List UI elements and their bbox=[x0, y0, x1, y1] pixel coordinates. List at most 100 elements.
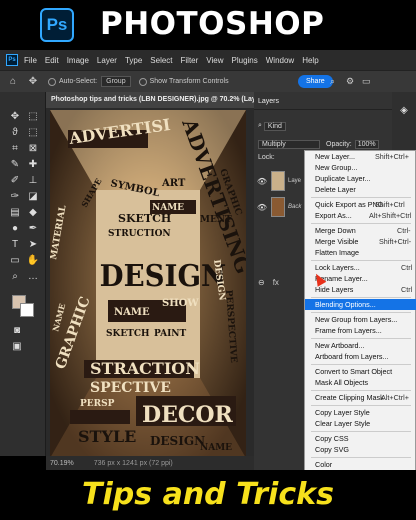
menu-quick-export[interactable]: Quick Export as PNG Shift+Ctrl bbox=[305, 199, 416, 210]
art-word: DESIGN bbox=[150, 434, 205, 448]
menu-image[interactable]: Image bbox=[67, 56, 89, 65]
menu-new-group[interactable]: New Group... bbox=[305, 162, 416, 173]
menu-plugins[interactable]: Plugins bbox=[232, 56, 258, 65]
transform-controls-checkbox[interactable] bbox=[138, 77, 147, 86]
menu-item-shortcut: Shift+Ctrl+ bbox=[375, 152, 409, 161]
object-select-icon[interactable]: ⬚ bbox=[26, 126, 40, 140]
menu-filter[interactable]: Filter bbox=[181, 56, 199, 65]
eyedropper-icon[interactable]: ✎ bbox=[8, 158, 22, 172]
quick-mask-icon[interactable]: ◙ bbox=[10, 324, 24, 338]
art-word: MATERIAL bbox=[50, 204, 69, 261]
zoom-icon[interactable]: ⌕ bbox=[8, 270, 22, 284]
menu-type[interactable]: Type bbox=[125, 56, 142, 65]
menu-item-shortcut: Ctrl bbox=[401, 285, 413, 294]
menu-flatten-image[interactable]: Flatten Image bbox=[305, 247, 416, 258]
more-tools-icon[interactable]: … bbox=[26, 270, 40, 284]
menu-copy-svg[interactable]: Copy SVG bbox=[305, 444, 416, 455]
dodge-icon[interactable]: ● bbox=[8, 222, 22, 236]
menu-color[interactable]: Color bbox=[305, 459, 416, 470]
menu-clear-layer-style[interactable]: Clear Layer Style bbox=[305, 418, 416, 429]
document-tab[interactable]: Photoshop tips and tricks (LBN DESIGNER)… bbox=[46, 92, 254, 108]
menu-hide-layers[interactable]: Hide Layers Ctrl bbox=[305, 284, 416, 295]
eye-icon[interactable]: 👁 bbox=[256, 177, 268, 186]
link-icon[interactable]: ⊖ bbox=[258, 278, 265, 287]
menu-separator bbox=[311, 338, 411, 339]
menu-copy-layer-style[interactable]: Copy Layer Style bbox=[305, 407, 416, 418]
auto-select-dropdown[interactable]: Group bbox=[101, 76, 131, 87]
layer-thumbnail bbox=[271, 171, 285, 191]
menu-lock-layers[interactable]: Lock Layers... Ctrl bbox=[305, 262, 416, 273]
menu-item-label: Flatten Image bbox=[315, 248, 359, 257]
menu-artboard-from-layers[interactable]: Artboard from Layers... bbox=[305, 351, 416, 362]
menu-layer[interactable]: Layer bbox=[97, 56, 117, 65]
document-info[interactable]: 736 px x 1241 px (72 ppi) bbox=[94, 460, 173, 467]
history-brush-icon[interactable]: ✑ bbox=[8, 190, 22, 204]
healing-icon[interactable]: ✚ bbox=[26, 158, 40, 172]
brush-icon[interactable]: ✐ bbox=[8, 174, 22, 188]
screen-mode-icon[interactable]: ▣ bbox=[10, 340, 24, 354]
move-tool-icon[interactable]: ✥ bbox=[26, 75, 40, 89]
gradient-icon[interactable]: ▤ bbox=[8, 206, 22, 220]
screen-mode-icon[interactable]: ▭ bbox=[362, 76, 371, 87]
art-word: NAME bbox=[114, 307, 150, 318]
move-icon[interactable]: ✥ bbox=[8, 110, 22, 124]
auto-select-label: Auto-Select: bbox=[59, 78, 98, 85]
zoom-level[interactable]: 70.19% bbox=[50, 460, 74, 467]
menu-convert-smart-object[interactable]: Convert to Smart Object bbox=[305, 366, 416, 377]
menu-merge-down[interactable]: Merge Down Ctrl- bbox=[305, 225, 416, 236]
search-icon[interactable]: ⌕ bbox=[330, 76, 335, 87]
crop-icon[interactable]: ⌗ bbox=[8, 142, 22, 156]
share-button[interactable]: Share bbox=[298, 75, 333, 88]
marquee-icon[interactable]: ⬚ bbox=[26, 110, 40, 124]
gear-icon[interactable]: ⚙ bbox=[346, 76, 354, 87]
frame-icon[interactable]: ⊠ bbox=[26, 142, 40, 156]
lock-label: Lock: bbox=[258, 154, 275, 161]
background-color-swatch[interactable] bbox=[20, 303, 34, 317]
menu-item-label: Quick Export as PNG bbox=[315, 200, 384, 209]
kind-filter-dropdown[interactable]: Kind bbox=[263, 121, 286, 131]
art-word: NAME bbox=[50, 302, 67, 332]
fx-icon[interactable]: fx bbox=[273, 278, 279, 287]
lasso-icon[interactable]: ϑ bbox=[8, 126, 22, 140]
opacity-input[interactable]: 100% bbox=[354, 139, 379, 149]
menu-copy-css[interactable]: Copy CSS bbox=[305, 433, 416, 444]
menu-separator bbox=[311, 312, 411, 313]
canvas-area[interactable]: ADVERTISI ADVERTISING SYMBOL ART NAME SK… bbox=[46, 108, 254, 458]
layer-name: Laye bbox=[288, 178, 302, 184]
path-select-icon[interactable]: ➤ bbox=[26, 238, 40, 252]
eye-icon[interactable]: 👁 bbox=[256, 203, 268, 212]
stamp-icon[interactable]: ⊥ bbox=[26, 174, 40, 188]
menu-new-group-from-layers[interactable]: New Group from Layers... bbox=[305, 314, 416, 325]
menu-blending-options[interactable]: Blending Options... bbox=[305, 299, 416, 310]
menu-select[interactable]: Select bbox=[150, 56, 172, 65]
layer-row[interactable]: 👁 Back bbox=[254, 194, 304, 220]
menu-export-as[interactable]: Export As... Alt+Shift+Ctrl bbox=[305, 210, 416, 221]
type-icon[interactable]: T bbox=[8, 238, 22, 252]
art-word: STYLE bbox=[78, 427, 136, 446]
menu-edit[interactable]: Edit bbox=[45, 56, 59, 65]
rectangle-icon[interactable]: ▭ bbox=[8, 254, 22, 268]
home-icon[interactable]: ⌂ bbox=[6, 75, 20, 89]
menu-merge-visible[interactable]: Merge Visible Shift+Ctrl- bbox=[305, 236, 416, 247]
hand-icon[interactable]: ✋ bbox=[26, 254, 40, 268]
menu-file[interactable]: File bbox=[24, 56, 37, 65]
blend-mode-dropdown[interactable]: Multiply bbox=[258, 139, 320, 149]
pen-icon[interactable]: ✒ bbox=[26, 222, 40, 236]
layers-panel-icon[interactable]: ◈ bbox=[397, 104, 411, 118]
menu-new-artboard[interactable]: New Artboard... bbox=[305, 340, 416, 351]
menu-item-shortcut: Shift+Ctrl- bbox=[379, 237, 412, 246]
blur-icon[interactable]: ◆ bbox=[26, 206, 40, 220]
menu-view[interactable]: View bbox=[206, 56, 223, 65]
menu-create-clipping-mask[interactable]: Create Clipping Mask Alt+Ctrl+ bbox=[305, 392, 416, 403]
menu-duplicate-layer[interactable]: Duplicate Layer... bbox=[305, 173, 416, 184]
menu-mask-all-objects[interactable]: Mask All Objects bbox=[305, 377, 416, 388]
layer-row[interactable]: 👁 Laye bbox=[254, 168, 304, 194]
eraser-icon[interactable]: ◪ bbox=[26, 190, 40, 204]
menu-frame-from-layers[interactable]: Frame from Layers... bbox=[305, 325, 416, 336]
menu-help[interactable]: Help bbox=[302, 56, 318, 65]
auto-select-checkbox[interactable] bbox=[48, 77, 56, 86]
menu-new-layer[interactable]: New Layer... Shift+Ctrl+ bbox=[305, 151, 416, 162]
menu-window[interactable]: Window bbox=[266, 56, 294, 65]
layers-panel-title[interactable]: Layers bbox=[258, 98, 279, 105]
menu-delete-layer[interactable]: Delete Layer bbox=[305, 184, 416, 195]
